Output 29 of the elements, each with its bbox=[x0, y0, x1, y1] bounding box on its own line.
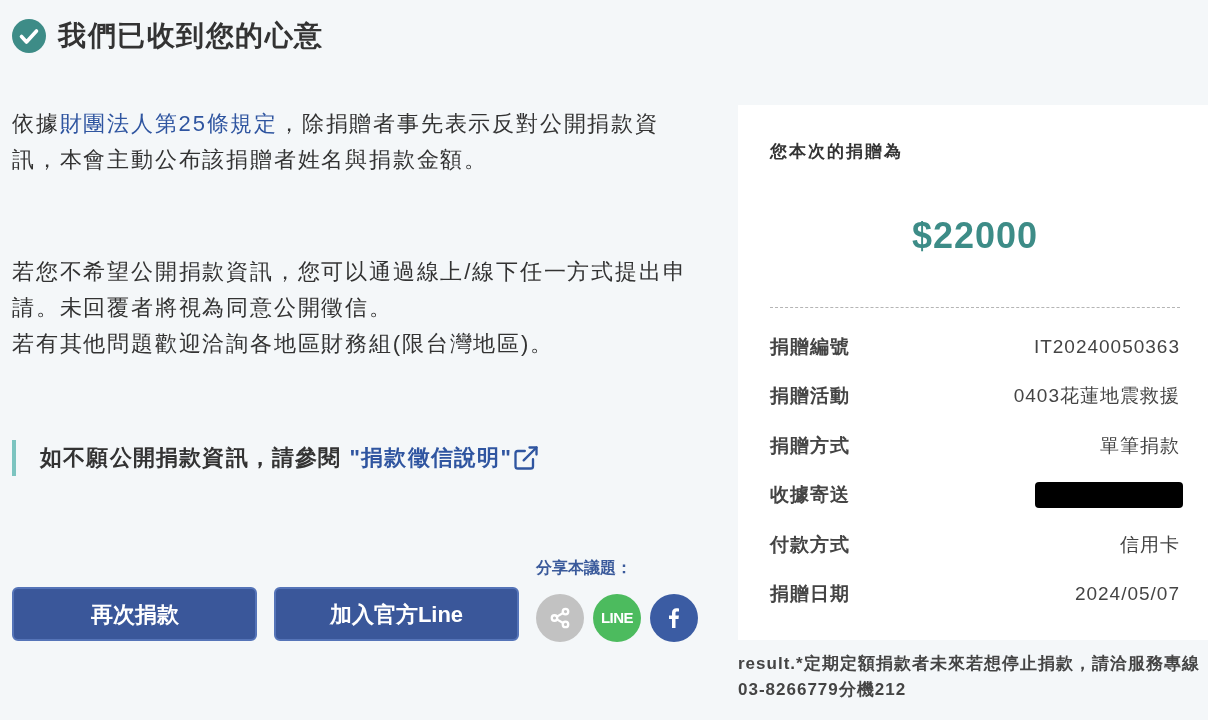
detail-value: IT20240050363 bbox=[1033, 334, 1180, 359]
regulation-link[interactable]: 財團法人第25條規定 bbox=[59, 111, 279, 136]
detail-value: 單筆捐款 bbox=[1100, 433, 1180, 458]
share-label: 分享本議題： bbox=[536, 558, 633, 578]
intro-paragraph: 依據財團法人第25條規定，除捐贈者事先表示反對公開捐款資訊，本會主動公布該捐贈者姓名與捐款金額。 bbox=[12, 110, 660, 174]
share-icon bbox=[549, 607, 571, 629]
detail-value: 信用卡 bbox=[1120, 532, 1180, 557]
summary-title: 您本次的捐贈為 bbox=[770, 141, 904, 163]
detail-label: 捐贈編號 bbox=[770, 334, 850, 359]
facebook-icon bbox=[669, 608, 679, 628]
donation-amount: $22000 bbox=[910, 215, 1040, 257]
action-button[interactable]: 加入官方Line bbox=[274, 587, 519, 641]
detail-label: 收據寄送 bbox=[770, 483, 850, 507]
detail-value: 2024/05/07 bbox=[1074, 582, 1180, 606]
notice-text: 如不願公開捐款資訊，請參閱 "捐款徵信說明" bbox=[40, 440, 541, 476]
footnote-text: result.*定期定額捐款者未來若想停止捐款，請洽服務專線03-8266779分機212 bbox=[738, 653, 1201, 701]
check-circle-icon bbox=[12, 19, 46, 53]
detail-label: 捐贈方式 bbox=[770, 433, 850, 458]
detail-label: 捐贈日期 bbox=[770, 582, 850, 606]
detail-value: 0403花蓮地震救援 bbox=[1013, 384, 1180, 408]
facebook-share-button[interactable] bbox=[650, 594, 698, 642]
disclosure-link[interactable]: "捐款徵信說明" bbox=[349, 440, 541, 476]
detail-label: 捐贈活動 bbox=[770, 384, 850, 408]
detail-label: 付款方式 bbox=[770, 532, 850, 557]
action-button[interactable]: 再次捐款 bbox=[12, 587, 257, 641]
privacy-note: 若您不希望公開捐款資訊，您可以通過線上/線下任一方式提出申請。未回覆者將視為同意公開徵信。 bbox=[12, 258, 688, 322]
external-link-icon bbox=[512, 444, 541, 472]
page-title: 我們已收到您的心意 bbox=[58, 19, 324, 53]
privacy-note: 若有其他問題歡迎洽詢各地區財務組(限台灣地區)。 bbox=[12, 330, 555, 358]
